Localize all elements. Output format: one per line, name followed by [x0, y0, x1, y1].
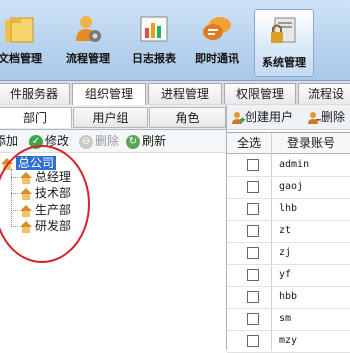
tab-role[interactable]: 角色 [149, 107, 226, 128]
refresh-icon: ↻ [126, 134, 140, 149]
chat-bubbles-icon [203, 17, 231, 40]
user-table-header: 全选 登录账号 [227, 133, 350, 154]
user-add-icon [232, 111, 245, 124]
login-account-cell: lhb [279, 203, 298, 214]
login-account-cell: gaoj [279, 181, 304, 192]
row-checkbox[interactable] [247, 247, 259, 259]
row-checkbox[interactable] [247, 159, 259, 171]
user-action-bar: 创建用户 删除 [227, 105, 350, 130]
delete-icon: ⊖ [79, 134, 93, 149]
workflow-person-icon [76, 16, 101, 42]
add-label: 添加 [0, 134, 19, 148]
delete-department-button[interactable]: ⊖ 删除 [79, 133, 119, 149]
add-department-button[interactable]: 添加 [0, 133, 18, 149]
row-checkbox[interactable] [247, 181, 259, 193]
tab-process-management[interactable]: 进程管理 [148, 83, 222, 104]
folder-icon [5, 17, 34, 43]
row-checkbox[interactable] [247, 225, 259, 237]
toolbar-label: 流程管理 [66, 52, 110, 65]
tab-organization-management[interactable]: 组织管理 [72, 83, 146, 105]
toolbar-instant-messaging[interactable]: 即时通讯 [186, 4, 248, 76]
user-panel: 创建用户 删除 全选 登录账号 admin gaoj lhb zt zj yf hbb sm m… [227, 105, 350, 353]
refresh-label: 刷新 [142, 134, 167, 148]
tab-permission-management[interactable]: 权限管理 [224, 83, 296, 104]
row-checkbox[interactable] [247, 269, 259, 281]
login-account-header[interactable]: 登录账号 [272, 133, 350, 153]
toolbar-label: 即时通讯 [195, 52, 239, 65]
toolbar-log-report[interactable]: 日志报表 [124, 4, 184, 76]
tab-workflow-settings[interactable]: 流程设 [298, 83, 350, 104]
select-all-header[interactable]: 全选 [227, 133, 271, 153]
row-checkbox[interactable] [247, 203, 259, 215]
toolbar-workflow-management[interactable]: 流程管理 [58, 4, 118, 76]
login-account-cell: mzy [279, 335, 298, 346]
user-delete-icon [308, 111, 321, 124]
main-toolbar: 文档管理 流程管理 日志报表 即时通讯 系统管理 [0, 0, 350, 81]
tab-department[interactable]: 部门 [0, 107, 72, 128]
module-tab-bar: 件服务器 组织管理 进程管理 权限管理 流程设 [0, 81, 350, 106]
organization-panel: 部门 用户组 角色 添加 ✓修改 ⊖删除 ↻刷新 总公司 总经理 技术部 [0, 105, 227, 350]
delete-label: 删除 [95, 134, 120, 148]
table-row[interactable]: zt [227, 220, 350, 243]
table-row[interactable]: yf [227, 264, 350, 287]
tab-file-server[interactable]: 件服务器 [0, 83, 70, 104]
create-user-button[interactable]: 创建用户 [231, 109, 293, 125]
org-subtab-bar: 部门 用户组 角色 [0, 105, 226, 130]
user-table: 全选 登录账号 admin gaoj lhb zt zj yf hbb sm mzy [227, 132, 350, 353]
login-account-cell: sm [279, 313, 292, 324]
row-checkbox[interactable] [247, 335, 259, 347]
login-account-cell: admin [279, 159, 310, 170]
table-row[interactable]: lhb [227, 198, 350, 221]
bar-chart-icon [140, 16, 168, 42]
system-lock-icon [271, 17, 296, 43]
login-account-cell: zt [279, 225, 292, 236]
table-row[interactable]: gaoj [227, 176, 350, 199]
login-account-cell: hbb [279, 291, 298, 302]
table-row[interactable]: hbb [227, 286, 350, 309]
table-row[interactable]: admin [227, 154, 350, 177]
login-account-cell: yf [279, 269, 292, 280]
toolbar-label: 文档管理 [0, 52, 42, 65]
toolbar-label: 系统管理 [262, 56, 306, 69]
table-row[interactable]: zj [227, 242, 350, 265]
toolbar-document-management[interactable]: 文档管理 [0, 4, 50, 76]
create-user-label: 创建用户 [245, 110, 294, 124]
row-checkbox[interactable] [247, 313, 259, 325]
refresh-department-button[interactable]: ↻ 刷新 [126, 133, 166, 149]
toolbar-system-management[interactable]: 系统管理 [254, 9, 314, 77]
row-checkbox[interactable] [247, 291, 259, 303]
delete-user-button[interactable]: 删除 [307, 109, 345, 125]
tab-user-group[interactable]: 用户组 [73, 107, 148, 128]
delete-user-label: 删除 [321, 110, 346, 124]
toolbar-label: 日志报表 [132, 52, 176, 65]
table-row[interactable]: sm [227, 308, 350, 331]
login-account-cell: zj [279, 247, 292, 258]
